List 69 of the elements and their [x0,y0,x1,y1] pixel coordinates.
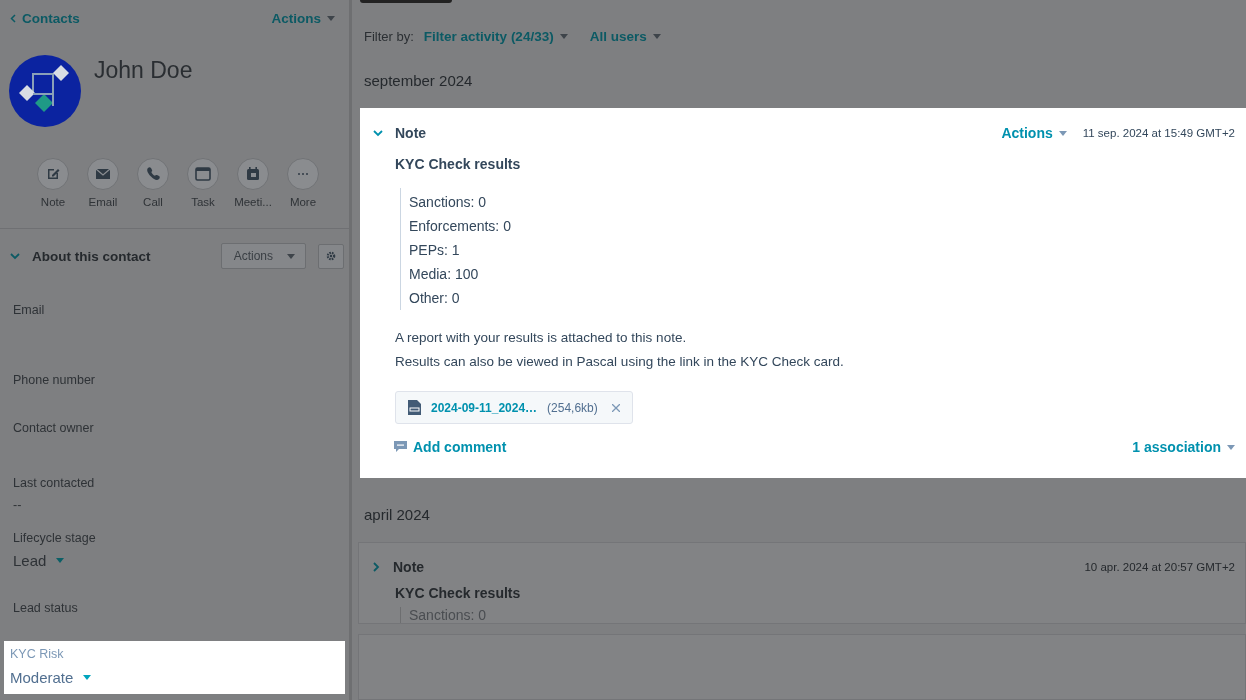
result-line: Enforcements: 0 [409,217,512,236]
note-actions-menu[interactable]: Actions [1001,125,1067,141]
chevron-right-icon [371,562,381,572]
caret-icon [83,675,92,680]
note-title: KYC Check results [395,585,522,601]
result-line: PEPs: 1 [409,241,461,260]
field-dropdown[interactable]: Lead [13,552,65,569]
caret-icon [1058,130,1067,136]
result-line: Sanctions: 0 [409,607,488,623]
users-filter[interactable]: All users [589,29,661,44]
caret-icon [327,15,335,21]
pdf-file-icon [408,400,421,415]
month-heading: april 2024 [363,505,431,525]
caret-icon [56,558,65,563]
chevron-down-icon [373,128,383,138]
quick-action-button[interactable] [187,158,219,190]
window-icon [193,164,213,184]
result-line: Media: 100 [409,265,480,284]
avatar-logo-icon [9,55,81,127]
attachment-size: (254,6kb) [547,400,598,415]
comment-icon [394,441,407,453]
note-text: A report with your results is attached to this note. [395,329,688,347]
caret-icon [287,253,295,259]
field-label: Contact owner [13,421,95,435]
field-dropdown[interactable]: Moderate [10,669,92,686]
contact-name: John Doe [94,57,193,84]
attachment-chip[interactable]: 2024-09-11_2024… (254,6kb) [395,391,633,424]
caret-icon [652,34,661,39]
result-line: Sanctions: 0 [409,193,488,212]
note-timestamp: 10 apr. 2024 at 20:57 GMT+2 [1084,561,1235,573]
field-label: KYC Risk [10,647,65,661]
quick-action-label: More [289,196,317,208]
chevron-left-icon [10,13,16,23]
field-label: Email [13,303,46,317]
filter-label: Filter by: [364,29,414,44]
quick-action-label: Email [88,196,118,208]
quick-action-label: Note [40,196,66,208]
note-title: KYC Check results [395,156,522,172]
quick-action-label: Meeti... [234,196,272,208]
activity-filter[interactable]: Filter activity (24/33) [423,29,568,44]
month-heading: september 2024 [363,71,474,91]
actions-dropdown-button[interactable]: Actions [220,243,306,269]
section-toggle[interactable]: About this contact [10,248,221,264]
field-label: Phone number [13,373,96,387]
note-toggle[interactable]: Note [371,559,425,575]
quick-action-button[interactable] [137,158,169,190]
actions-menu[interactable]: Actions [271,10,335,26]
note-toggle[interactable]: Note [373,125,427,141]
caret-icon [1227,444,1235,450]
quick-action-label: Task [191,196,215,208]
caret-icon [559,34,568,39]
associations-menu[interactable]: 1 association [1132,439,1235,455]
quick-action-button[interactable] [237,158,269,190]
field-label: Lead status [13,601,79,615]
close-icon [611,403,620,412]
quick-action-label: Call [143,196,163,208]
attachment-link[interactable]: 2024-09-11_2024… [431,400,538,415]
result-line: Other: 0 [409,289,461,308]
field-value: -- [13,498,23,512]
note-timestamp: 11 sep. 2024 at 15:49 GMT+2 [1082,127,1235,139]
quick-action-button[interactable] [37,158,69,190]
settings-icon [326,251,336,261]
field-label: Lifecycle stage [13,531,97,545]
note-text: Results can also be viewed in Pascal using the link in the KYC Check card. [395,353,845,371]
settings-button[interactable] [318,243,344,269]
field-label: Last contacted [13,476,96,490]
quick-action-button[interactable] [87,158,119,190]
add-comment-link[interactable]: Add comment [394,439,507,455]
contacts-back-link[interactable]: Contacts [10,10,80,26]
